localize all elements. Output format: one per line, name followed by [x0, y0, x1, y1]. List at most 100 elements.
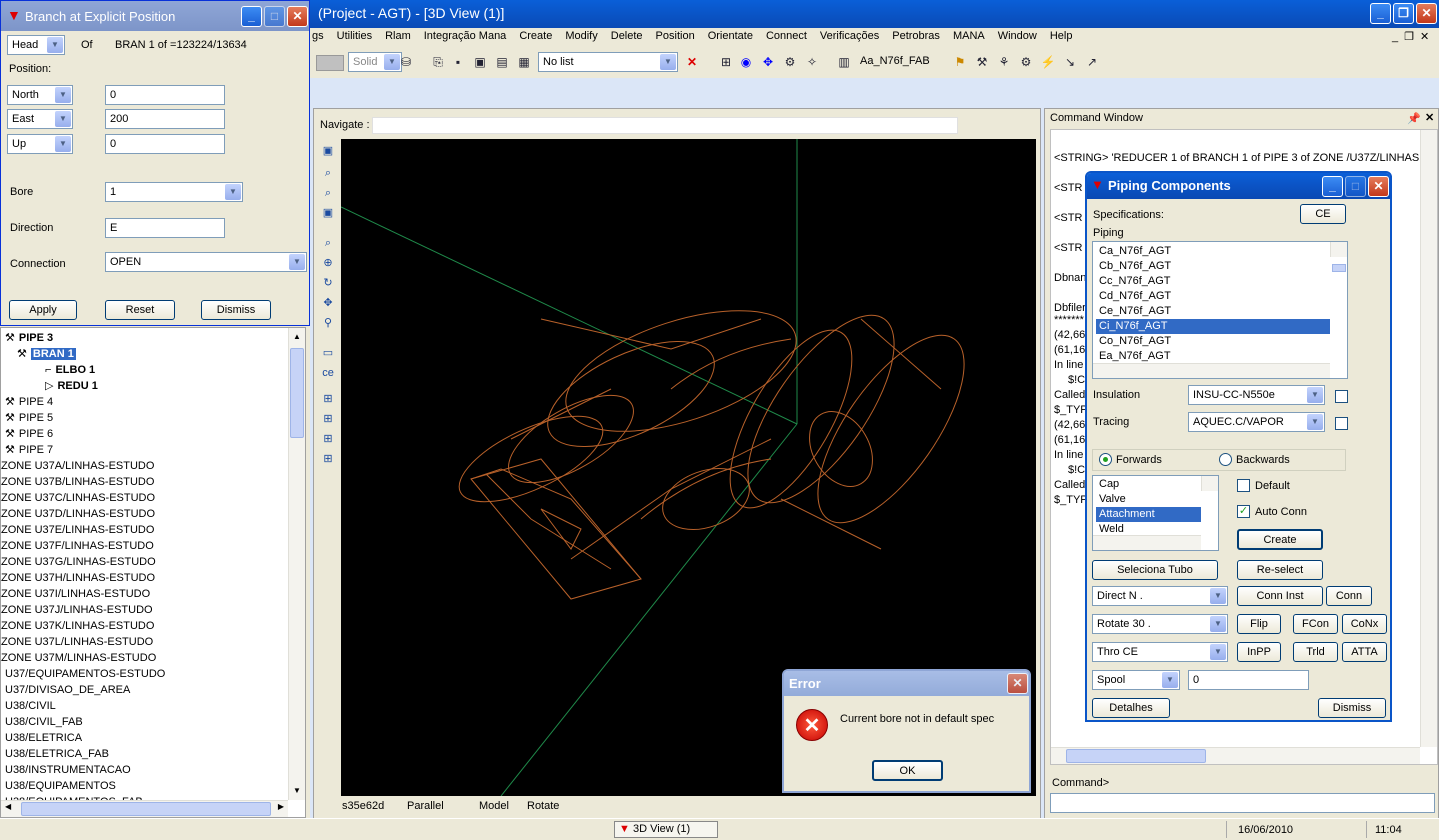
tool-h-icon[interactable]: ⚒	[974, 54, 990, 70]
tool-d-icon[interactable]: ⚙	[782, 54, 798, 70]
backwards-radio[interactable]	[1219, 453, 1232, 466]
north-field[interactable]: 0	[105, 85, 225, 105]
command-input[interactable]	[1050, 793, 1435, 813]
task-button[interactable]: ▼ 3D View (1)	[614, 821, 718, 838]
tracing-select[interactable]: AQUEC.C/VAPOR ▼	[1188, 412, 1325, 432]
color-swatch[interactable]	[316, 55, 344, 71]
menu-item-6[interactable]: Delete	[611, 30, 643, 42]
view-tool-4-icon[interactable]: ⌕	[320, 235, 336, 251]
window2-icon[interactable]: ▤	[494, 54, 510, 70]
clear-icon[interactable]: ✕	[684, 54, 700, 70]
menu-item-0[interactable]: gs	[312, 30, 324, 42]
seleciona-tubo-button[interactable]: Seleciona Tubo	[1092, 560, 1218, 580]
tree-vscroll[interactable]: ▲ ▼	[288, 328, 305, 800]
menu-item-2[interactable]: Rlam	[385, 30, 411, 42]
create-button[interactable]: Create	[1237, 529, 1323, 550]
tree-item[interactable]: ZONE U37E/LINHAS-ESTUDO	[1, 522, 289, 538]
forwards-radio[interactable]	[1099, 453, 1112, 466]
ok-button[interactable]: OK	[872, 760, 943, 781]
type-item[interactable]: Attachment	[1096, 507, 1201, 522]
view-tool-3-icon[interactable]: ▣	[320, 205, 336, 221]
tree-item[interactable]: ⚒ PIPE 4	[1, 394, 289, 410]
spec-item[interactable]: Cb_N76f_AGT	[1096, 259, 1330, 274]
tree-item[interactable]: ⚒ BRAN 1	[1, 346, 289, 362]
view-tool-13-icon[interactable]: ⊞	[320, 431, 336, 447]
connection-select[interactable]: OPEN ▼	[105, 252, 307, 272]
close-icon[interactable]: ✕	[1368, 176, 1389, 197]
tracing-checkbox[interactable]	[1335, 417, 1348, 430]
mdi-controls[interactable]: _❐✕	[1392, 30, 1435, 43]
pin-icon[interactable]: 📌	[1407, 112, 1421, 125]
reselect-button[interactable]: Re-select	[1237, 560, 1323, 580]
type-hscroll[interactable]	[1093, 535, 1201, 550]
tool-j-icon[interactable]: ⚙	[1018, 54, 1034, 70]
tree-item[interactable]: ZONE U37B/LINHAS-ESTUDO	[1, 474, 289, 490]
view-tool-1-icon[interactable]: ⌕	[320, 165, 336, 181]
navigate-input[interactable]	[372, 117, 958, 134]
insulation-select[interactable]: INSU-CC-N550e ▼	[1188, 385, 1325, 405]
close-icon[interactable]: ✕	[1416, 3, 1437, 24]
minimize-icon[interactable]: _	[1322, 176, 1343, 197]
tree-item[interactable]: ZONE U37F/LINHAS-ESTUDO	[1, 538, 289, 554]
flip-button[interactable]: Flip	[1237, 614, 1281, 634]
tool-g-icon[interactable]: ⚑	[952, 54, 968, 70]
menu-item-12[interactable]: MANA	[953, 30, 985, 42]
trld-button[interactable]: Trld	[1293, 642, 1338, 662]
tool-l-icon[interactable]: ↘	[1062, 54, 1078, 70]
tree-item[interactable]: U38/ELETRICA_FAB	[1, 746, 289, 762]
bore-select[interactable]: 1 ▼	[105, 182, 243, 202]
type-item[interactable]: Valve	[1096, 492, 1201, 507]
type-vscroll[interactable]	[1201, 476, 1218, 491]
menu-item-10[interactable]: Verificações	[820, 30, 879, 42]
tool-b-icon[interactable]: ◉	[738, 54, 754, 70]
direct-select[interactable]: Direct N . ▼	[1092, 586, 1228, 606]
autoconn-checkbox[interactable]: ✓	[1237, 505, 1250, 518]
tree-item[interactable]: U38/ELETRICA	[1, 730, 289, 746]
piping-dismiss-button[interactable]: Dismiss	[1318, 698, 1386, 718]
tree-item[interactable]: ⚒ PIPE 3	[1, 330, 289, 346]
fcon-button[interactable]: FCon	[1293, 614, 1338, 634]
menu-item-5[interactable]: Modify	[565, 30, 597, 42]
spec-item[interactable]: Ci_N76f_AGT	[1096, 319, 1330, 334]
tree-item[interactable]: ZONE U37H/LINHAS-ESTUDO	[1, 570, 289, 586]
view-tool-14-icon[interactable]: ⊞	[320, 451, 336, 467]
tree-item[interactable]: U38/CIVIL	[1, 698, 289, 714]
tree-item[interactable]: ZONE U37K/LINHAS-ESTUDO	[1, 618, 289, 634]
menu-item-7[interactable]: Position	[656, 30, 695, 42]
list-select[interactable]: No list ▼	[538, 52, 678, 72]
minimize-icon[interactable]: _	[241, 6, 262, 27]
tree-item[interactable]: ZONE U37L/LINHAS-ESTUDO	[1, 634, 289, 650]
conninst-button[interactable]: Conn Inst	[1237, 586, 1323, 606]
spec-hscroll[interactable]	[1093, 363, 1330, 378]
tree-item[interactable]: ZONE U37M/LINHAS-ESTUDO	[1, 650, 289, 666]
cylinder-icon[interactable]: ⛁	[398, 54, 414, 70]
save-icon[interactable]: ▪	[450, 54, 466, 70]
east-field[interactable]: 200	[105, 109, 225, 129]
close-icon[interactable]: ✕	[287, 6, 308, 27]
spec-list[interactable]: Ca_N76f_AGT Cb_N76f_AGT Cc_N76f_AGT Cd_N76f…	[1092, 241, 1348, 379]
direction-field[interactable]: E	[105, 218, 225, 238]
inpp-button[interactable]: InPP	[1237, 642, 1281, 662]
thro-select[interactable]: Thro CE ▼	[1092, 642, 1228, 662]
view-tool-9-icon[interactable]: ▭	[320, 345, 336, 361]
spec-item[interactable]: Ce_N76f_AGT	[1096, 304, 1330, 319]
spec-item[interactable]: Cc_N76f_AGT	[1096, 274, 1330, 289]
reset-button[interactable]: Reset	[105, 300, 175, 320]
north-select[interactable]: North ▼	[7, 85, 73, 105]
view-tool-12-icon[interactable]: ⊞	[320, 411, 336, 427]
menu-item-4[interactable]: Create	[519, 30, 552, 42]
detalhes-button[interactable]: Detalhes	[1092, 698, 1170, 718]
tree-item[interactable]: ⌐ ELBO 1	[1, 362, 289, 378]
tree-item[interactable]: ZONE U37C/LINHAS-ESTUDO	[1, 490, 289, 506]
conn-button[interactable]: Conn	[1326, 586, 1372, 606]
view-tool-11-icon[interactable]: ⊞	[320, 391, 336, 407]
menu-item-1[interactable]: Utilities	[337, 30, 372, 42]
view-tool-5-icon[interactable]: ⊕	[320, 255, 336, 271]
tool-c-icon[interactable]: ✥	[760, 54, 776, 70]
tree-item[interactable]: U38/CIVIL_FAB	[1, 714, 289, 730]
tool-e-icon[interactable]: ✧	[804, 54, 820, 70]
tool-i-icon[interactable]: ⚘	[996, 54, 1012, 70]
tree-item[interactable]: ZONE U37D/LINHAS-ESTUDO	[1, 506, 289, 522]
tree-item[interactable]: ZONE U37I/LINHAS-ESTUDO	[1, 586, 289, 602]
ce-button[interactable]: CE	[1300, 204, 1346, 224]
